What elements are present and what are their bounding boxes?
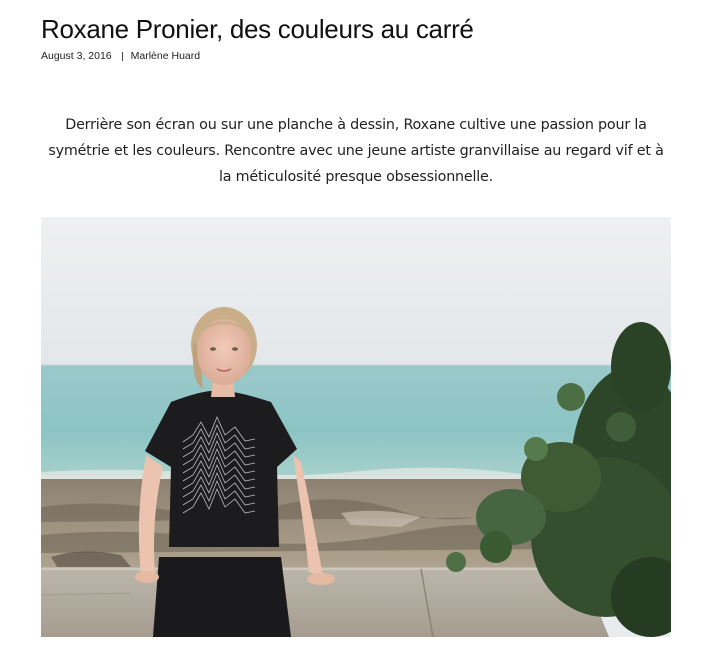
article-date: August 3, 2016	[41, 50, 112, 62]
article-lede: Derrière son écran ou sur une planche à …	[48, 117, 664, 185]
article-author[interactable]: Marlène Huard	[131, 50, 200, 62]
article-meta: August 3, 2016 Marlène Huard	[41, 50, 200, 62]
article-title: Roxane Pronier, des couleurs au carré	[41, 14, 474, 44]
sky	[41, 217, 671, 367]
article: Roxane Pronier, des couleurs au carré Au…	[0, 0, 705, 646]
article-photo	[41, 217, 671, 637]
meta-separator	[121, 51, 123, 61]
